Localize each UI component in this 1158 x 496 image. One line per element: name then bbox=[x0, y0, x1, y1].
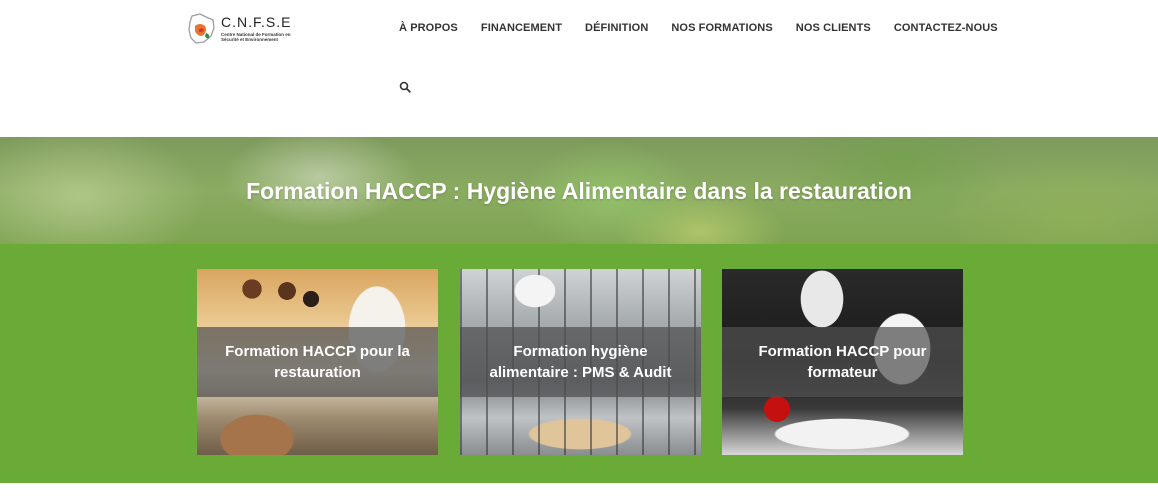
card-title: Formation HACCP pour la restauration bbox=[225, 343, 410, 381]
card-caption: Formation hygiène alimentaire : PMS & Au… bbox=[460, 327, 701, 397]
page-title-bold: Formation HACCP bbox=[246, 178, 447, 204]
nav-item-nos-formations[interactable]: NOS FORMATIONS bbox=[671, 22, 772, 36]
site-header: C.N.F.S.E Centre National de Formation e… bbox=[0, 0, 1158, 137]
page-title: Formation HACCP : Hygiène Alimentaire da… bbox=[0, 178, 1158, 205]
nav-item-a-propos[interactable]: À PROPOS bbox=[399, 22, 458, 36]
search-icon[interactable] bbox=[399, 81, 411, 93]
card-title: Formation HACCP pour formateur bbox=[758, 343, 927, 381]
nav-item-nos-clients[interactable]: NOS CLIENTS bbox=[796, 22, 871, 36]
main-nav: À PROPOS FINANCEMENT DÉFINITION NOS FORM… bbox=[399, 22, 1021, 36]
formations-section: Formation HACCP pour la restauration For… bbox=[0, 244, 1158, 483]
page-title-rest: : Hygiène Alimentaire dans la restaurati… bbox=[446, 178, 912, 204]
card-caption: Formation HACCP pour formateur bbox=[722, 327, 963, 397]
formation-card-formateur[interactable]: Formation HACCP pour formateur bbox=[722, 269, 963, 455]
hero-banner: Formation HACCP : Hygiène Alimentaire da… bbox=[0, 137, 1158, 244]
card-caption: Formation HACCP pour la restauration bbox=[197, 327, 438, 397]
france-map-logo-icon bbox=[188, 13, 215, 44]
nav-item-contactez-nous[interactable]: CONTACTEZ-NOUS bbox=[894, 22, 998, 36]
nav-item-definition[interactable]: DÉFINITION bbox=[585, 22, 648, 36]
site-logo[interactable]: C.N.F.S.E Centre National de Formation e… bbox=[186, 12, 291, 48]
card-title: Formation hygiène alimentaire : PMS & Au… bbox=[489, 343, 672, 381]
page-bottom-band bbox=[0, 483, 1158, 496]
logo-title: C.N.F.S.E bbox=[221, 14, 292, 30]
nav-item-financement[interactable]: FINANCEMENT bbox=[481, 22, 562, 36]
formation-card-restauration[interactable]: Formation HACCP pour la restauration bbox=[197, 269, 438, 455]
logo-subtitle: Centre National de Formation en Sécurité… bbox=[221, 32, 291, 42]
formation-card-pms-audit[interactable]: Formation hygiène alimentaire : PMS & Au… bbox=[460, 269, 701, 455]
